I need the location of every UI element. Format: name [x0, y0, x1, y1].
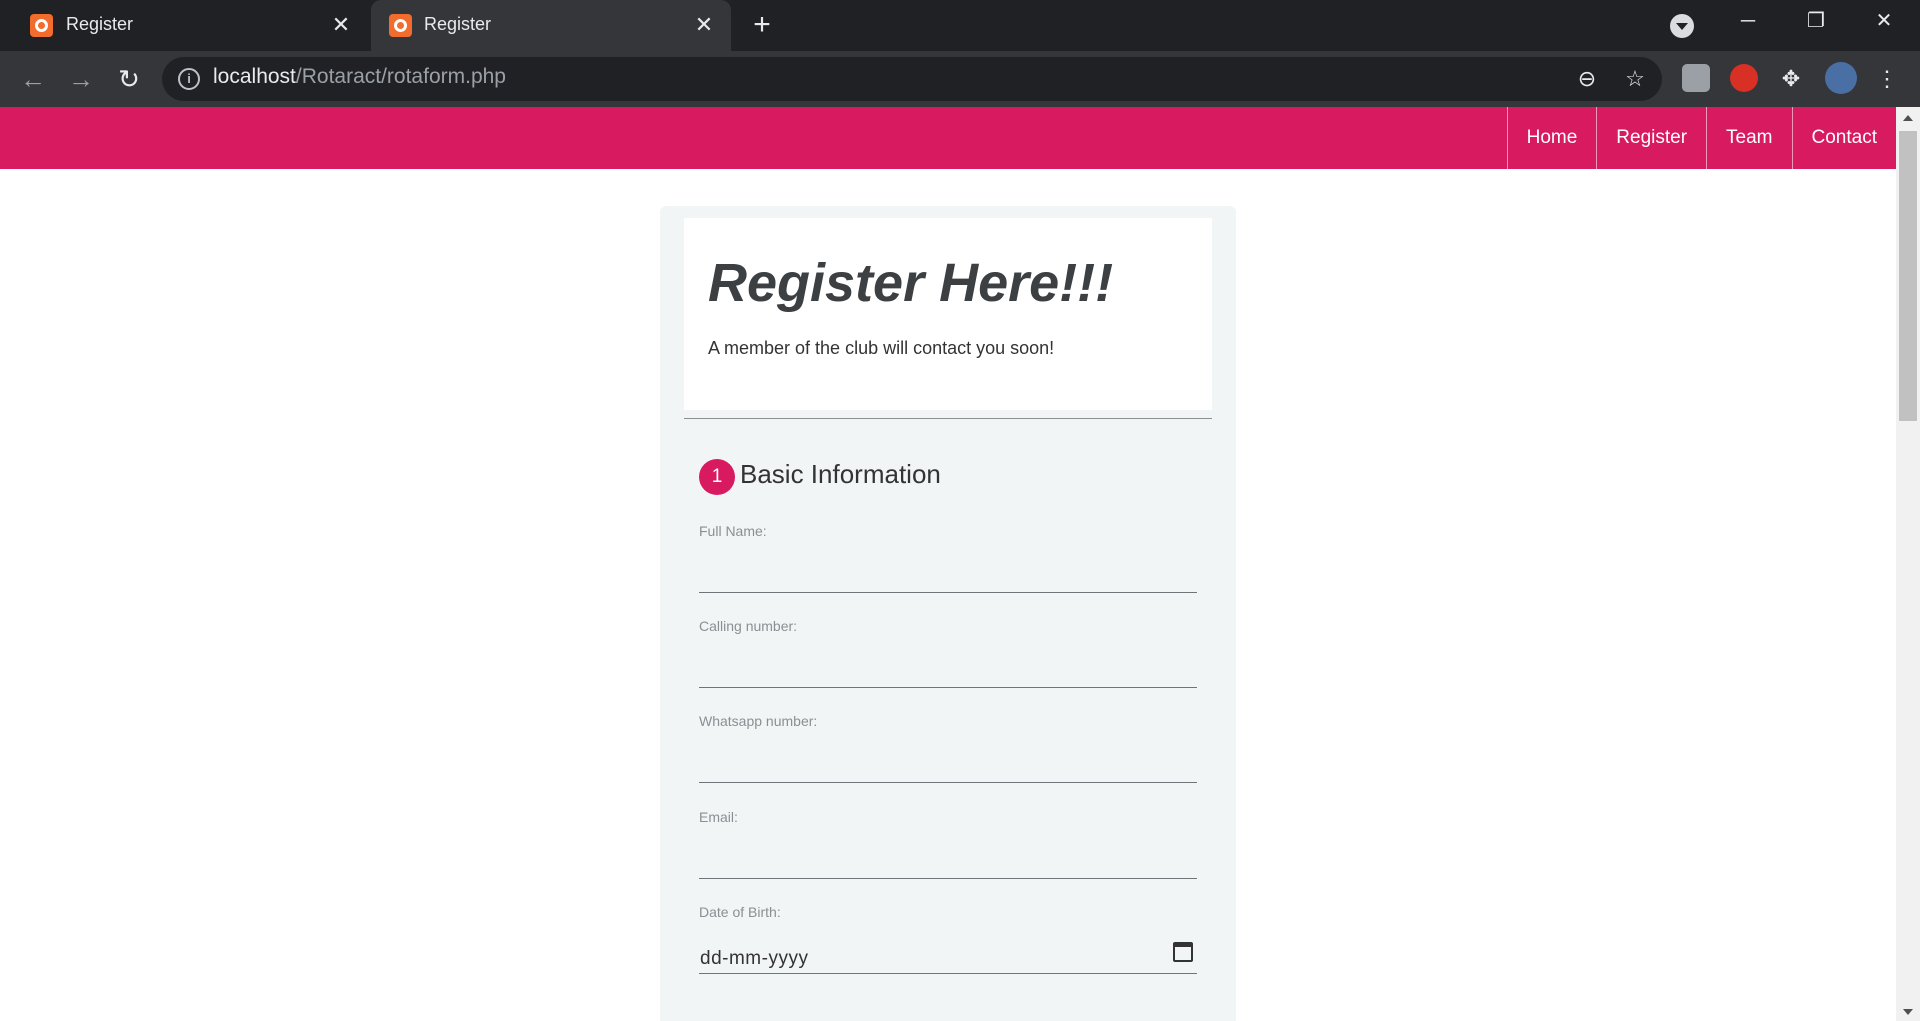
tab-title: Register: [424, 14, 492, 34]
tab-close-icon[interactable]: ✕: [689, 10, 719, 40]
restore-button[interactable]: ❐: [1782, 0, 1850, 44]
form-header: Register Here!!! A member of the club wi…: [684, 218, 1212, 410]
email-label: Email:: [699, 809, 738, 825]
close-window-button[interactable]: ✕: [1850, 0, 1918, 44]
full-name-field: Full Name:: [699, 523, 1197, 593]
tab-title: Register: [66, 14, 134, 34]
bookmark-star-icon[interactable]: ☆: [1620, 64, 1650, 94]
browser-tab-1[interactable]: Register ✕: [0, 0, 368, 51]
profile-avatar[interactable]: [1825, 62, 1857, 94]
nav-team[interactable]: Team: [1706, 107, 1791, 169]
calling-number-label: Calling number:: [699, 618, 798, 634]
tab-strip: Register ✕ Register ✕ + ─ ❐ ✕: [0, 0, 1920, 51]
site-navbar: Home Register Team Contact: [0, 107, 1896, 169]
site-info-icon[interactable]: i: [178, 68, 200, 90]
email-field: Email:: [699, 809, 1197, 879]
page-viewport: Home Register Team Contact Register Here…: [0, 107, 1896, 1021]
xampp-favicon-icon: [389, 14, 412, 37]
scrollbar-thumb[interactable]: [1899, 131, 1917, 421]
minimize-button[interactable]: ─: [1714, 0, 1782, 44]
browser-tab-2[interactable]: Register ✕: [371, 0, 731, 51]
adblock-extension-icon[interactable]: [1730, 64, 1758, 92]
tab-search-icon[interactable]: [1670, 14, 1694, 38]
calling-number-field: Calling number:: [699, 618, 1197, 688]
browser-menu-icon[interactable]: ⋮: [1872, 64, 1902, 94]
extension-icon[interactable]: [1682, 64, 1710, 92]
nav-register[interactable]: Register: [1596, 107, 1706, 169]
form-subtitle: A member of the club will contact you so…: [708, 338, 1055, 358]
back-button[interactable]: ←: [16, 62, 50, 96]
email-input[interactable]: [699, 831, 1197, 879]
xampp-favicon-icon: [30, 14, 53, 37]
nav-home[interactable]: Home: [1506, 107, 1597, 169]
extensions-puzzle-icon[interactable]: ✥: [1776, 64, 1806, 94]
register-form-card: Register Here!!! A member of the club wi…: [660, 206, 1236, 1021]
full-name-label: Full Name:: [699, 523, 767, 539]
scroll-down-icon[interactable]: [1903, 1009, 1913, 1015]
tab-close-icon[interactable]: ✕: [326, 10, 356, 40]
dob-date-picker[interactable]: dd-mm-yyyy: [699, 926, 1197, 974]
scroll-up-icon[interactable]: [1903, 115, 1913, 121]
page-scrollbar[interactable]: [1896, 107, 1920, 1021]
nav-contact[interactable]: Contact: [1791, 107, 1896, 169]
dob-field: Date of Birth: dd-mm-yyyy: [699, 904, 1197, 974]
calendar-icon[interactable]: [1173, 942, 1193, 962]
section-number-badge: 1: [699, 459, 735, 495]
calling-number-input[interactable]: [699, 640, 1197, 688]
form-title: Register Here!!!: [708, 253, 1114, 313]
header-divider: [684, 418, 1212, 419]
reload-button[interactable]: ↻: [112, 62, 146, 96]
whatsapp-number-label: Whatsapp number:: [699, 713, 818, 729]
url-host: localhost: [213, 65, 296, 88]
zoom-icon[interactable]: ⊖: [1572, 64, 1602, 94]
new-tab-button[interactable]: +: [745, 9, 779, 43]
section-title: Basic Information: [740, 459, 941, 489]
full-name-input[interactable]: [699, 545, 1197, 593]
url-path: /Rotaract/rotaform.php: [295, 65, 506, 88]
whatsapp-number-input[interactable]: [699, 735, 1197, 783]
url-text[interactable]: localhost/Rotaract/rotaform.php: [213, 65, 506, 89]
dob-label: Date of Birth:: [699, 904, 781, 920]
forward-button[interactable]: →: [64, 62, 98, 96]
dob-placeholder: dd-mm-yyyy: [700, 948, 809, 969]
whatsapp-number-field: Whatsapp number:: [699, 713, 1197, 783]
